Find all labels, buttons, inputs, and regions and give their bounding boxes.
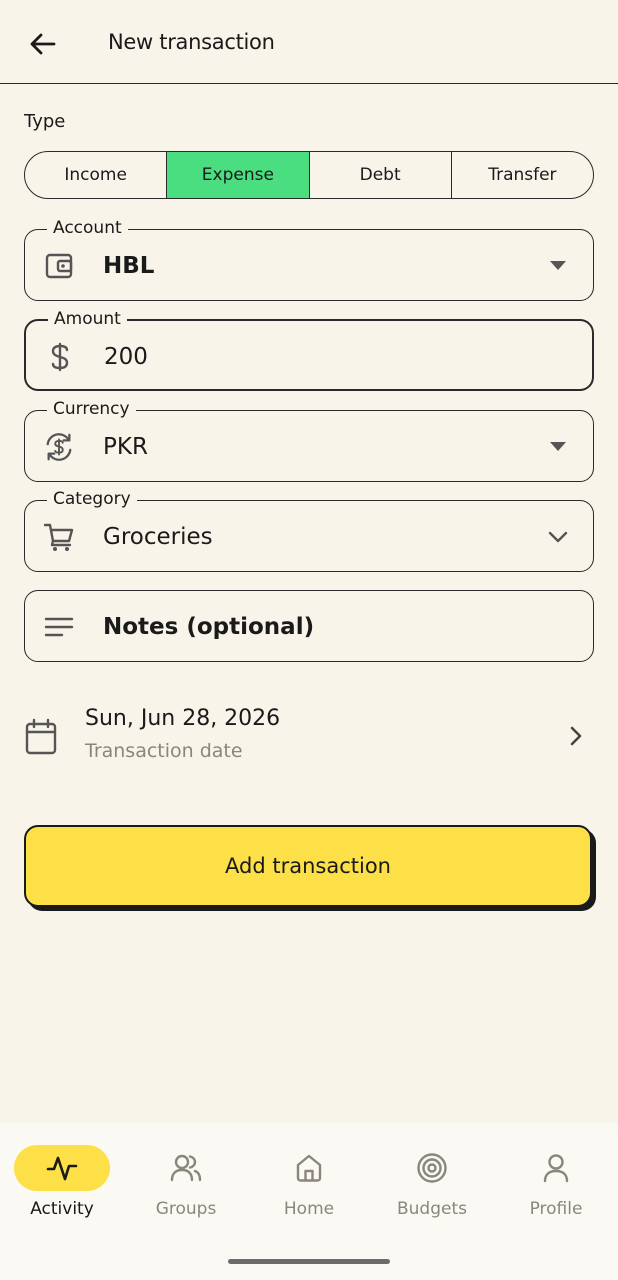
type-label: Type: [24, 111, 66, 132]
transaction-date-row[interactable]: Sun, Jun 28, 2026 Transaction date: [24, 698, 594, 778]
nav-item-budgets[interactable]: Budgets: [370, 1145, 494, 1225]
type-option-debt[interactable]: Debt: [310, 152, 452, 198]
nav-icon-wrap: [508, 1145, 604, 1191]
amount-label: Amount: [48, 308, 127, 330]
back-button[interactable]: [22, 26, 62, 62]
amount-value: 200: [104, 344, 148, 370]
type-option-transfer[interactable]: Transfer: [452, 152, 593, 198]
nav-icon-wrap: [384, 1145, 480, 1191]
chevron-right-icon: [570, 726, 582, 746]
gesture-home-indicator[interactable]: [228, 1259, 390, 1264]
type-segmented-control: Income Expense Debt Transfer: [24, 151, 594, 199]
amount-field[interactable]: Amount 200: [24, 308, 594, 391]
currency-label: Currency: [47, 398, 136, 420]
notes-placeholder: Notes (optional): [103, 614, 315, 640]
nav-icon-wrap: [261, 1145, 357, 1191]
currency-select[interactable]: Currency PKR: [24, 398, 594, 482]
nav-label-home: Home: [283, 1199, 335, 1219]
calendar-icon: [25, 718, 57, 755]
nav-icon-wrap: [138, 1145, 234, 1191]
notes-icon: [43, 611, 75, 643]
account-label: Account: [47, 217, 128, 239]
nav-label-budgets: Budgets: [396, 1199, 467, 1219]
category-label: Category: [47, 488, 137, 510]
nav-active-pill: [14, 1145, 110, 1191]
caret-down-icon: [547, 437, 569, 457]
cart-icon: [43, 521, 75, 553]
home-icon: [296, 1154, 322, 1182]
target-icon: [417, 1153, 447, 1183]
nav-label-activity: Activity: [30, 1199, 94, 1219]
type-option-expense[interactable]: Expense: [167, 152, 310, 198]
type-option-income[interactable]: Income: [25, 152, 168, 198]
page-title: New transaction: [108, 30, 275, 54]
date-caption: Transaction date: [85, 740, 243, 762]
notes-field[interactable]: Notes (optional): [24, 590, 594, 662]
bottom-navigation: Activity Groups Home Budgets Profile: [0, 1123, 618, 1280]
nav-item-groups[interactable]: Groups: [124, 1145, 248, 1225]
nav-label-profile: Profile: [529, 1199, 583, 1219]
arrow-left-icon: [30, 33, 56, 55]
currency-exchange-icon: [43, 431, 75, 463]
person-icon: [543, 1154, 569, 1183]
currency-value: PKR: [103, 434, 148, 460]
activity-icon: [46, 1156, 78, 1181]
category-value: Groceries: [103, 524, 213, 550]
account-select[interactable]: Account HBL: [24, 217, 594, 301]
dollar-icon: [44, 341, 76, 373]
top-app-bar: New transaction: [0, 0, 618, 84]
category-select[interactable]: Category Groceries: [24, 488, 594, 572]
account-value: HBL: [103, 253, 155, 279]
nav-item-home[interactable]: Home: [247, 1145, 371, 1225]
nav-label-groups: Groups: [155, 1199, 217, 1219]
wallet-icon: [43, 250, 75, 282]
caret-down-icon: [547, 256, 569, 276]
date-value: Sun, Jun 28, 2026: [85, 706, 281, 731]
nav-item-profile[interactable]: Profile: [494, 1145, 618, 1225]
chevron-down-icon: [547, 527, 569, 547]
groups-icon: [170, 1154, 202, 1182]
add-transaction-button[interactable]: Add transaction: [24, 825, 592, 907]
nav-item-activity[interactable]: Activity: [0, 1145, 124, 1225]
